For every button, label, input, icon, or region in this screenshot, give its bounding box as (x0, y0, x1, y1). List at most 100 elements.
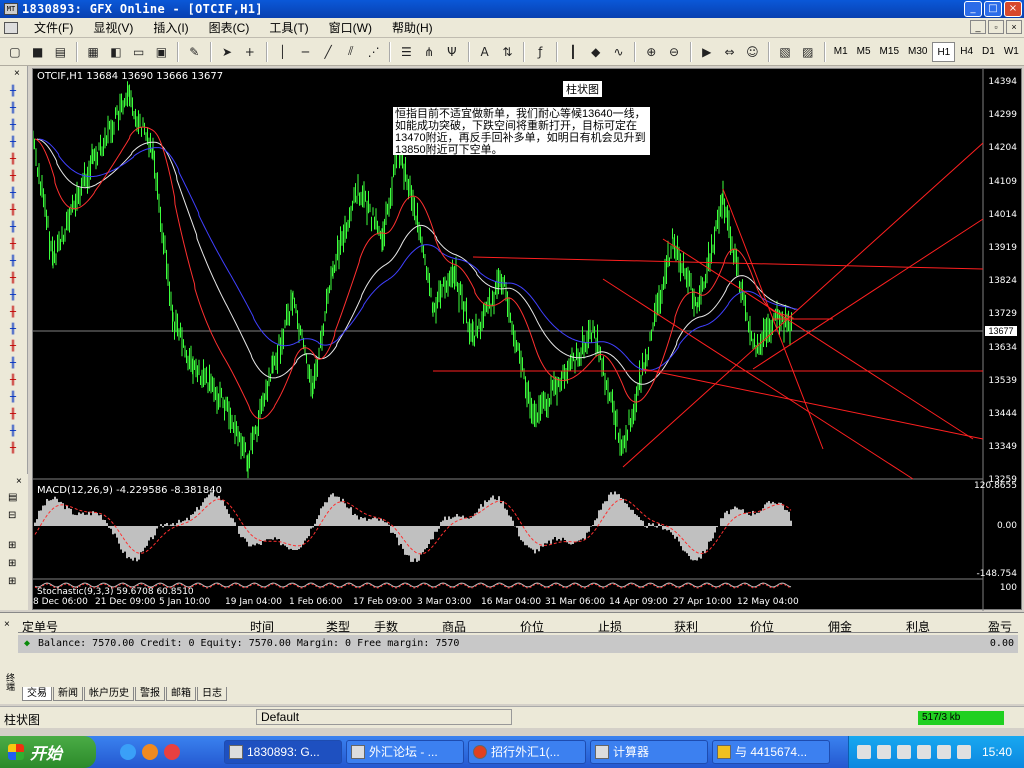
expert-advisors-icon[interactable]: ☺ (741, 41, 763, 63)
print-icon[interactable]: ▤ (50, 41, 72, 63)
menu-window[interactable]: 窗口(W) (319, 19, 382, 36)
expand-icon[interactable]: ⊞ (8, 576, 16, 587)
maximize-button[interactable]: □ (984, 1, 1002, 17)
gann-fan-icon[interactable]: ⋰ (363, 41, 385, 63)
object-list-item[interactable]: ╫ (5, 341, 21, 353)
firefox-icon[interactable] (142, 744, 158, 760)
mdi-close-button[interactable]: × (1006, 20, 1022, 34)
chart-shift-icon[interactable]: ⇔ (719, 41, 741, 63)
chart-window[interactable]: OTCIF,H1 13684 13690 13666 13677 柱状图 恒指目… (32, 68, 1022, 611)
line-chart-icon[interactable]: ∿ (608, 41, 630, 63)
col-profit[interactable]: 盈亏 (988, 618, 1012, 635)
expand-icon[interactable]: ⊞ (8, 540, 16, 551)
fibonacci-icon[interactable]: ☰ (395, 41, 417, 63)
save-icon[interactable]: ■ (27, 41, 49, 63)
timeframe-m15[interactable]: M15 (876, 42, 903, 62)
object-list-item[interactable]: ╫ (5, 205, 21, 217)
col-commission[interactable]: 佣金 (828, 618, 852, 635)
terminal-icon[interactable]: ▭ (128, 41, 150, 63)
strategy-tester-icon[interactable]: ▣ (151, 41, 173, 63)
object-list-item[interactable]: ╫ (5, 171, 21, 183)
volume-icon[interactable] (917, 745, 931, 759)
object-list-item[interactable]: ╫ (5, 443, 21, 455)
col-swap[interactable]: 利息 (906, 618, 930, 635)
periods-icon[interactable]: ▧ (774, 41, 796, 63)
document-icon[interactable] (4, 21, 18, 34)
close-button[interactable]: × (1004, 1, 1022, 17)
menu-tools[interactable]: 工具(T) (259, 19, 318, 36)
arrows-icon[interactable]: ⇅ (497, 41, 519, 63)
network-icon[interactable] (877, 745, 891, 759)
qq-icon[interactable] (937, 745, 951, 759)
candlestick-icon[interactable]: ◆ (585, 41, 607, 63)
mdi-restore-button[interactable]: ▫ (988, 20, 1004, 34)
timeframe-h4[interactable]: H4 (956, 42, 977, 62)
balance-row[interactable]: ◆ Balance: 7570.00 Credit: 0 Equity: 757… (18, 635, 1018, 653)
close-icon[interactable]: × (4, 619, 10, 630)
object-list-item[interactable]: ╫ (5, 324, 21, 336)
close-icon[interactable]: × (16, 476, 22, 487)
object-list-item[interactable]: ╫ (5, 290, 21, 302)
object-list-item[interactable]: ╫ (5, 137, 21, 149)
mdi-minimize-button[interactable]: _ (970, 20, 986, 34)
tab-journal[interactable]: 日志 (197, 687, 227, 701)
cursor-icon[interactable]: ➤ (216, 41, 238, 63)
col-stoploss[interactable]: 止损 (598, 618, 622, 635)
object-list-item[interactable]: ╫ (5, 86, 21, 98)
timeframe-m5[interactable]: M5 (853, 42, 875, 62)
object-list-item[interactable]: ╫ (5, 154, 21, 166)
text-icon[interactable]: A (474, 41, 496, 63)
autoscroll-icon[interactable]: ▶ (696, 41, 718, 63)
col-takeprofit[interactable]: 获利 (674, 618, 698, 635)
col-order[interactable]: 定单号 (22, 618, 58, 635)
menu-insert[interactable]: 插入(I) (143, 19, 198, 36)
horizontal-line-icon[interactable]: ─ (294, 41, 316, 63)
trendline-icon[interactable]: ╱ (317, 41, 339, 63)
timeframe-m30[interactable]: M30 (904, 42, 931, 62)
task-forum[interactable]: 外汇论坛 - ... (346, 740, 464, 764)
folder-icon[interactable]: ▤ (8, 492, 17, 503)
menu-file[interactable]: 文件(F) (24, 19, 83, 36)
zoom-out-icon[interactable]: ⊖ (663, 41, 685, 63)
vertical-line-icon[interactable]: │ (272, 41, 294, 63)
timeframe-m1[interactable]: M1 (830, 42, 852, 62)
pitchfork-icon[interactable]: ⋔ (418, 41, 440, 63)
crosshair-icon[interactable]: + (239, 41, 261, 63)
object-list-item[interactable]: ╫ (5, 375, 21, 387)
menu-help[interactable]: 帮助(H) (382, 19, 443, 36)
col-symbol[interactable]: 商品 (442, 618, 466, 635)
object-list-item[interactable]: ╫ (5, 120, 21, 132)
object-list-item[interactable]: ╫ (5, 392, 21, 404)
channel-icon[interactable]: ⫽ (340, 41, 362, 63)
col-lots[interactable]: 手数 (374, 618, 398, 635)
object-list-item[interactable]: ╫ (5, 222, 21, 234)
object-list-item[interactable]: ╫ (5, 103, 21, 115)
minimize-button[interactable]: _ (964, 1, 982, 17)
start-button[interactable]: 开始 (0, 736, 96, 768)
fork-icon[interactable]: Ψ (441, 41, 463, 63)
ie-icon[interactable] (120, 744, 136, 760)
media-icon[interactable] (164, 744, 180, 760)
zoom-in-icon[interactable]: ⊕ (640, 41, 662, 63)
col-price2[interactable]: 价位 (750, 618, 774, 635)
col-time[interactable]: 时间 (250, 618, 274, 635)
bar-chart-icon[interactable]: ┃ (562, 41, 584, 63)
task-bank[interactable]: 招行外汇1(... (468, 740, 586, 764)
timeframe-d1[interactable]: D1 (978, 42, 999, 62)
col-price[interactable]: 价位 (520, 618, 544, 635)
task-mt4[interactable]: 1830893: G... (224, 740, 342, 764)
object-list-item[interactable]: ╫ (5, 307, 21, 319)
tab-account-history[interactable]: 帐户历史 (84, 687, 134, 701)
menu-view[interactable]: 显视(V) (83, 19, 143, 36)
task-calculator[interactable]: 计算器 (590, 740, 708, 764)
tab-trade[interactable]: 交易 (22, 687, 52, 701)
expert-icon[interactable]: ✎ (183, 41, 205, 63)
timeframe-w1[interactable]: W1 (1000, 42, 1023, 62)
col-type[interactable]: 类型 (326, 618, 350, 635)
object-list-item[interactable]: ╫ (5, 188, 21, 200)
expand-icon[interactable]: ⊞ (8, 558, 16, 569)
indicators-icon[interactable]: ƒ (529, 41, 551, 63)
close-icon[interactable]: × (14, 68, 20, 79)
task-chat[interactable]: 与 4415674... (712, 740, 830, 764)
market-watch-icon[interactable]: ▦ (82, 41, 104, 63)
